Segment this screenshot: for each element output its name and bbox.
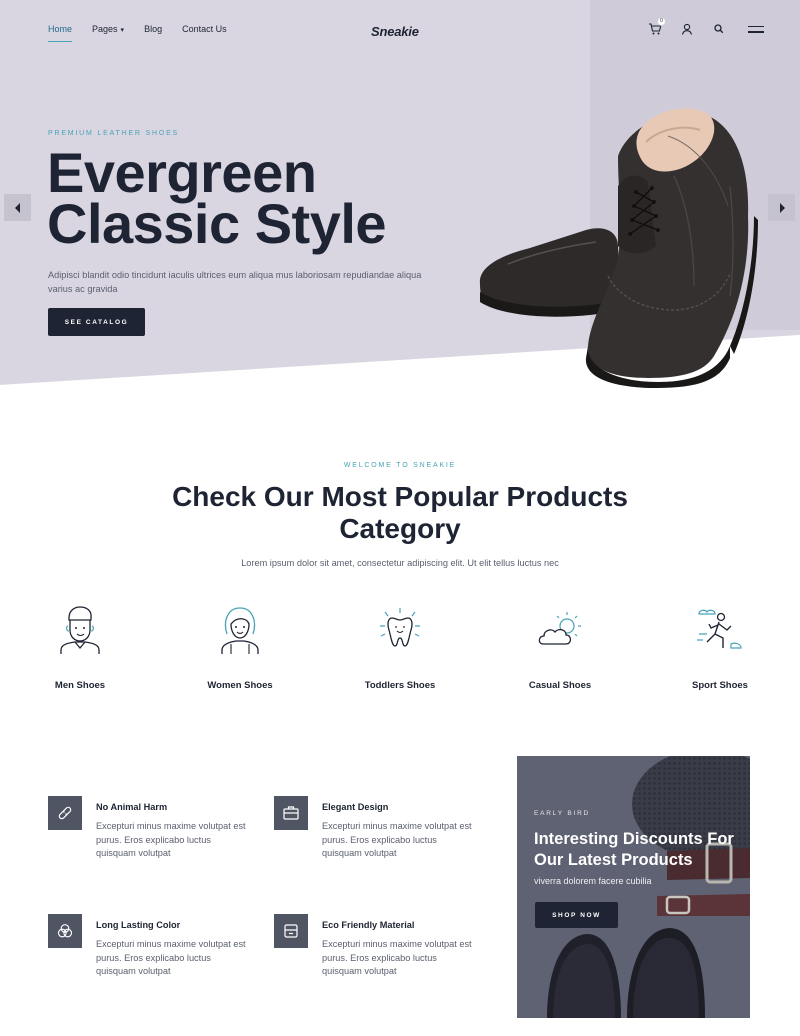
category-women-shoes[interactable]: Women Shoes <box>170 604 310 691</box>
user-icon[interactable] <box>680 22 694 36</box>
bandage-icon <box>48 796 82 830</box>
hero-description: Adipisci blandit odio tincidunt iaculis … <box>48 270 422 294</box>
tooth-icon <box>380 608 420 647</box>
nav-item-pages-label: Pages <box>92 24 118 34</box>
feature-title: Elegant Design <box>322 802 389 812</box>
chevron-down-icon: ▾ <box>120 27 125 34</box>
runner-icon <box>697 609 742 649</box>
feature-text: Excepturi minus maxime volutpat est puru… <box>322 821 472 859</box>
shop-now-button[interactable]: SHOP NOW <box>535 902 618 928</box>
categories-eyebrow: WELCOME TO SNEAKIE <box>343 462 457 469</box>
slider-prev-button[interactable] <box>4 194 31 221</box>
category-label: Casual Shoes <box>528 680 592 691</box>
feature-text: Excepturi minus maxime volutpat est puru… <box>96 939 246 977</box>
nav-item-pages[interactable]: Pages ▾ <box>92 24 124 42</box>
promo-card <box>517 756 750 1018</box>
promo-subtitle: viverra dolorem facere cubilia <box>534 876 652 886</box>
site-logo[interactable]: Sneakie <box>371 24 419 39</box>
sun-cloud-icon <box>538 612 581 645</box>
feature-title: Eco Friendly Material <box>322 920 415 930</box>
header-actions: 0 <box>648 17 764 36</box>
arrow-left-icon <box>14 202 20 213</box>
leather-shoe-image <box>479 108 758 388</box>
briefcase-icon <box>274 796 308 830</box>
nav-item-blog[interactable]: Blog <box>144 24 162 42</box>
promo-background-image <box>517 756 750 1018</box>
search-icon[interactable] <box>712 22 726 36</box>
cart-count-badge: 0 <box>657 17 666 26</box>
nav-item-home[interactable]: Home <box>48 24 73 42</box>
category-casual-shoes[interactable]: Casual Shoes <box>490 604 630 691</box>
hero-title-line-2: Classic Style <box>47 192 387 255</box>
feature-text: Excepturi minus maxime volutpat est puru… <box>96 821 246 859</box>
feature-title: Long Lasting Color <box>96 920 181 930</box>
main-nav: Home Pages ▾ Blog Contact Us <box>48 24 227 42</box>
hero-title-line-1: Evergreen <box>47 141 317 204</box>
category-men-shoes[interactable]: Men Shoes <box>10 604 150 691</box>
categories-subtitle: Lorem ipsum dolor sit amet, consectetur … <box>241 558 559 568</box>
see-catalog-button[interactable]: SEE CATALOG <box>48 308 145 336</box>
category-toddlers-shoes[interactable]: Toddlers Shoes <box>330 604 470 691</box>
hero-section: Home Pages ▾ Blog Contact Us Sneakie 0 PR… <box>0 0 800 390</box>
woman-icon <box>221 607 259 654</box>
categories-title-line-2: Category <box>339 513 461 544</box>
category-sport-shoes[interactable]: Sport Shoes <box>650 604 790 691</box>
promo-title-line-2: Our Latest Products <box>534 851 693 869</box>
hero-eyebrow: PREMIUM LEATHER SHOES <box>48 130 180 137</box>
category-label: Toddlers Shoes <box>364 680 436 691</box>
slider-next-button[interactable] <box>768 194 795 221</box>
categories-title-line-1: Check Our Most Popular Products <box>172 481 628 512</box>
arrow-right-icon <box>779 202 785 213</box>
cart-icon[interactable]: 0 <box>648 17 666 36</box>
feature-text: Excepturi minus maxime volutpat est puru… <box>322 939 472 977</box>
category-label: Women Shoes <box>207 680 273 691</box>
category-label: Men Shoes <box>54 680 106 691</box>
promo-eyebrow: EARLY BIRD <box>534 810 591 817</box>
color-circles-icon <box>48 914 82 948</box>
menu-icon[interactable] <box>748 22 764 36</box>
nav-item-contact[interactable]: Contact Us <box>182 24 227 42</box>
feature-title: No Animal Harm <box>96 802 168 812</box>
promo-title-line-1: Interesting Discounts For <box>534 830 734 848</box>
material-icon <box>274 914 308 948</box>
man-icon <box>60 606 100 654</box>
promo-title: Interesting Discounts For Our Latest Pro… <box>534 829 734 871</box>
categories-title: Check Our Most Popular Products Category <box>0 481 800 545</box>
hero-title: Evergreen Classic Style <box>47 141 387 255</box>
category-label: Sport Shoes <box>692 680 748 691</box>
